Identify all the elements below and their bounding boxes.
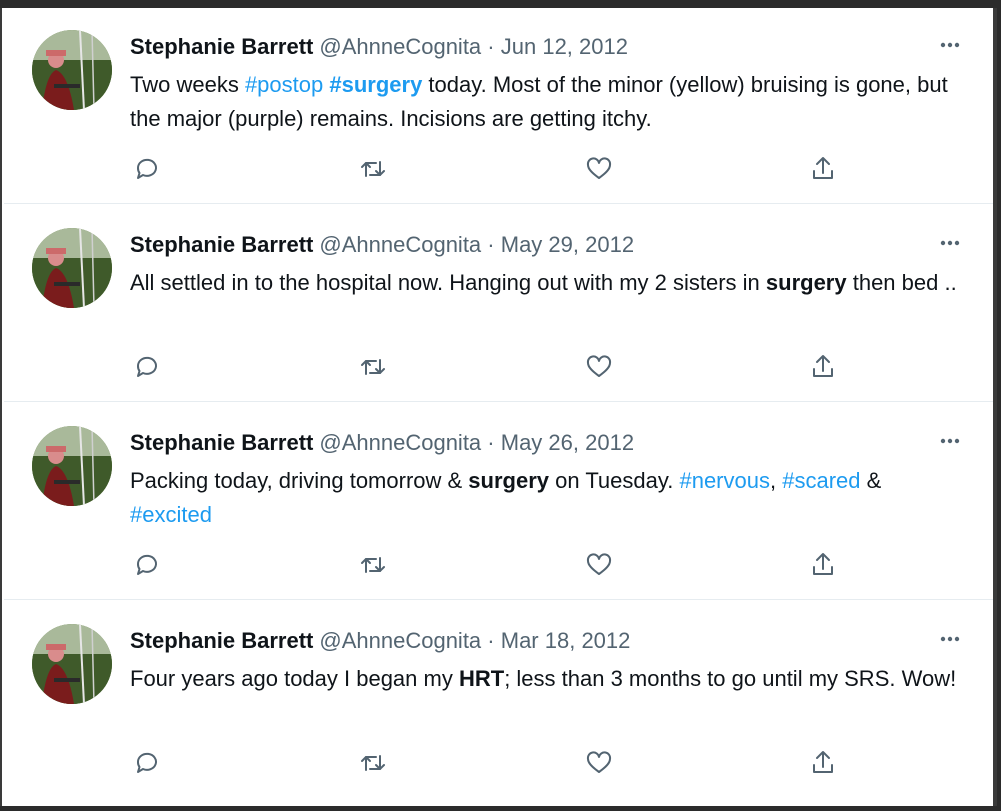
author-name[interactable]: Stephanie Barrett — [130, 430, 313, 455]
retweet-icon[interactable] — [356, 548, 390, 582]
separator: · — [487, 430, 495, 455]
reply-icon[interactable] — [130, 746, 164, 780]
more-icon[interactable] — [935, 426, 965, 456]
tweet-4[interactable]: Stephanie Barrett @AhnneCognita · Mar 18,… — [4, 602, 993, 798]
text-segment: Packing today, driving tomorrow & — [130, 468, 469, 493]
tweet-1[interactable]: Stephanie Barrett @AhnneCognita · Jun 12,… — [4, 8, 993, 204]
separator: · — [487, 232, 495, 257]
avatar[interactable] — [32, 624, 112, 704]
share-icon[interactable] — [806, 152, 840, 186]
tweet-actions — [130, 350, 850, 384]
tweet-header: Stephanie Barrett @AhnneCognita · Jun 12,… — [130, 32, 628, 62]
text-segment: Four years ago today I began my — [130, 666, 459, 691]
tweet-2[interactable]: Stephanie Barrett @AhnneCognita · May 29,… — [4, 206, 993, 402]
hashtag-link[interactable]: #nervous — [679, 468, 770, 493]
text-segment: All settled in to the hospital now. Hang… — [130, 270, 766, 295]
hashtag-link[interactable]: #surgery — [329, 72, 422, 97]
author-name[interactable]: Stephanie Barrett — [130, 628, 313, 653]
tweet-date[interactable]: Mar 18, 2012 — [501, 628, 631, 653]
like-icon[interactable] — [582, 548, 616, 582]
like-icon[interactable] — [582, 746, 616, 780]
share-icon[interactable] — [806, 350, 840, 384]
separator: · — [487, 628, 495, 653]
tweet-date[interactable]: May 26, 2012 — [501, 430, 634, 455]
more-icon[interactable] — [935, 30, 965, 60]
reply-icon[interactable] — [130, 350, 164, 384]
hashtag-link[interactable]: #excited — [130, 502, 212, 527]
author-handle[interactable]: @AhnneCognita — [319, 430, 481, 455]
text-segment: ; less than 3 months to go until my SRS.… — [504, 666, 957, 691]
text-segment: then bed .. — [846, 270, 957, 295]
more-icon[interactable] — [935, 624, 965, 654]
author-handle[interactable]: @AhnneCognita — [319, 34, 481, 59]
retweet-icon[interactable] — [356, 746, 390, 780]
text-segment: , — [769, 468, 783, 493]
avatar[interactable] — [32, 426, 112, 506]
retweet-icon[interactable] — [356, 152, 390, 186]
tweet-actions — [130, 746, 850, 780]
author-handle[interactable]: @AhnneCognita — [319, 628, 481, 653]
tweet-3[interactable]: Stephanie Barrett @AhnneCognita · May 26,… — [4, 404, 993, 600]
tweet-text: Packing today, driving tomorrow & surger… — [130, 464, 966, 532]
author-handle[interactable]: @AhnneCognita — [319, 232, 481, 257]
tweet-date[interactable]: May 29, 2012 — [501, 232, 634, 257]
author-name[interactable]: Stephanie Barrett — [130, 34, 313, 59]
avatar[interactable] — [32, 30, 112, 110]
author-name[interactable]: Stephanie Barrett — [130, 232, 313, 257]
highlighted-term: HRT — [458, 666, 505, 691]
highlighted-term: surgery — [468, 468, 550, 493]
like-icon[interactable] — [582, 152, 616, 186]
tweet-header: Stephanie Barrett @AhnneCognita · Mar 18,… — [130, 626, 630, 656]
tweet-text: All settled in to the hospital now. Hang… — [130, 266, 966, 300]
tweet-actions — [130, 548, 850, 582]
text-segment: Two weeks — [130, 72, 245, 97]
reply-icon[interactable] — [130, 548, 164, 582]
share-icon[interactable] — [806, 548, 840, 582]
separator: · — [487, 34, 495, 59]
avatar[interactable] — [32, 228, 112, 308]
text-segment: & — [860, 468, 882, 493]
more-icon[interactable] — [935, 228, 965, 258]
reply-icon[interactable] — [130, 152, 164, 186]
retweet-icon[interactable] — [356, 350, 390, 384]
tweet-text: Two weeks #postop #surgery today. Most o… — [130, 68, 966, 136]
hashtag-link[interactable]: #postop — [245, 72, 323, 97]
text-segment: on Tuesday. — [549, 468, 680, 493]
like-icon[interactable] — [582, 350, 616, 384]
share-icon[interactable] — [806, 746, 840, 780]
tweet-date[interactable]: Jun 12, 2012 — [501, 34, 628, 59]
tweet-header: Stephanie Barrett @AhnneCognita · May 26,… — [130, 428, 634, 458]
timeline: Stephanie Barrett @AhnneCognita · Jun 12,… — [0, 8, 997, 806]
highlighted-term: surgery — [765, 270, 847, 295]
tweet-text: Four years ago today I began my HRT; les… — [130, 662, 966, 696]
tweet-header: Stephanie Barrett @AhnneCognita · May 29,… — [130, 230, 634, 260]
hashtag-link[interactable]: #scared — [782, 468, 860, 493]
tweet-actions — [130, 152, 850, 186]
